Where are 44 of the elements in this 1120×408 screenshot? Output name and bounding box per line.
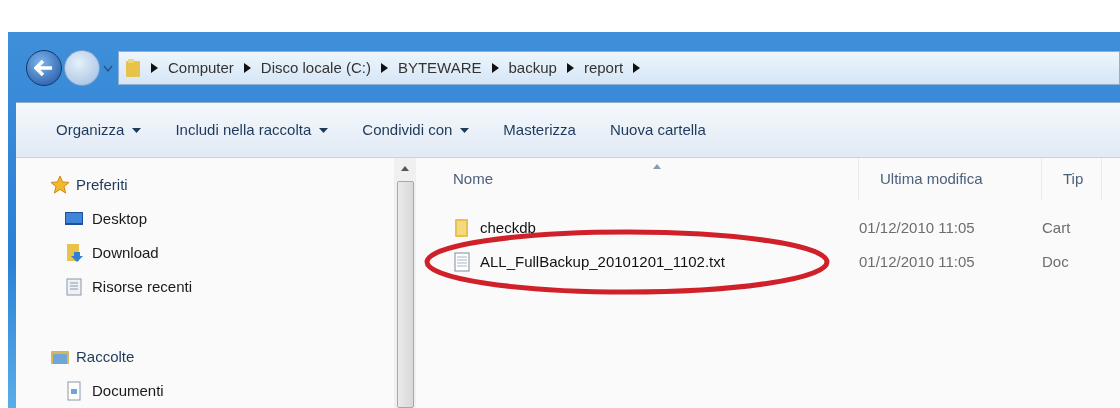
table-cell-text: Cart	[1042, 217, 1072, 238]
arrow-left-icon	[34, 60, 54, 76]
chevron-right-icon	[491, 63, 499, 73]
toolbar-button[interactable]: Nuova cartella	[609, 118, 706, 142]
back-button[interactable]	[26, 50, 62, 86]
sidebar-item[interactable]: Documenti	[92, 379, 164, 403]
toolbar-button[interactable]: Includi nella raccolta	[175, 118, 329, 142]
scrollbar[interactable]	[394, 158, 416, 408]
chevron-right-icon	[633, 63, 641, 73]
breadcrumb[interactable]: BYTEWARE	[397, 56, 482, 80]
scroll-thumb[interactable]	[396, 181, 414, 408]
breadcrumb[interactable]: Disco locale (C:)	[260, 56, 371, 80]
history-dropdown[interactable]	[102, 63, 114, 73]
text-file-icon	[452, 252, 472, 272]
folder-icon	[125, 58, 141, 78]
column-header[interactable]: Tip	[1042, 158, 1102, 200]
breadcrumb[interactable]: report	[583, 56, 624, 80]
file-name[interactable]: checkdb	[480, 216, 536, 240]
sidebar-item[interactable]: Risorse recenti	[92, 275, 193, 299]
address-bar[interactable]: Computer Disco locale (C:) BYTEWARE backup report	[118, 51, 1120, 85]
sidebar-group[interactable]: Preferiti	[76, 173, 128, 197]
table-cell-text: 01/12/2010 11:05	[859, 217, 976, 238]
breadcrumb[interactable]: Computer	[168, 56, 234, 80]
toolbar-button[interactable]: Condividi con	[362, 118, 470, 142]
breadcrumb[interactable]: backup	[508, 56, 557, 80]
chevron-right-icon	[380, 63, 388, 73]
toolbar-button[interactable]: Organizza	[56, 118, 142, 142]
sidebar-group[interactable]: Raccolte	[76, 345, 135, 369]
folder-icon	[64, 243, 84, 263]
scroll-up-icon	[401, 166, 409, 171]
toolbar-button[interactable]: Masterizza	[503, 118, 576, 142]
table-cell-text: 01/12/2010 11:05	[859, 251, 976, 272]
table-cell-text: Doc	[1042, 251, 1070, 272]
sidebar-item[interactable]: Desktop	[92, 207, 148, 231]
chevron-right-icon	[151, 63, 158, 73]
column-header[interactable]: Ultima modifica	[859, 158, 1042, 200]
document-icon	[64, 277, 84, 297]
document-icon	[64, 381, 84, 401]
chevron-right-icon	[243, 63, 251, 73]
chevron-right-icon	[566, 63, 574, 73]
sort-arrow-icon	[653, 164, 661, 169]
sidebar-item[interactable]: Download	[92, 241, 159, 265]
star-icon	[50, 175, 70, 195]
file-name[interactable]: ALL_FullBackup_20101201_1102.txt	[480, 250, 725, 274]
